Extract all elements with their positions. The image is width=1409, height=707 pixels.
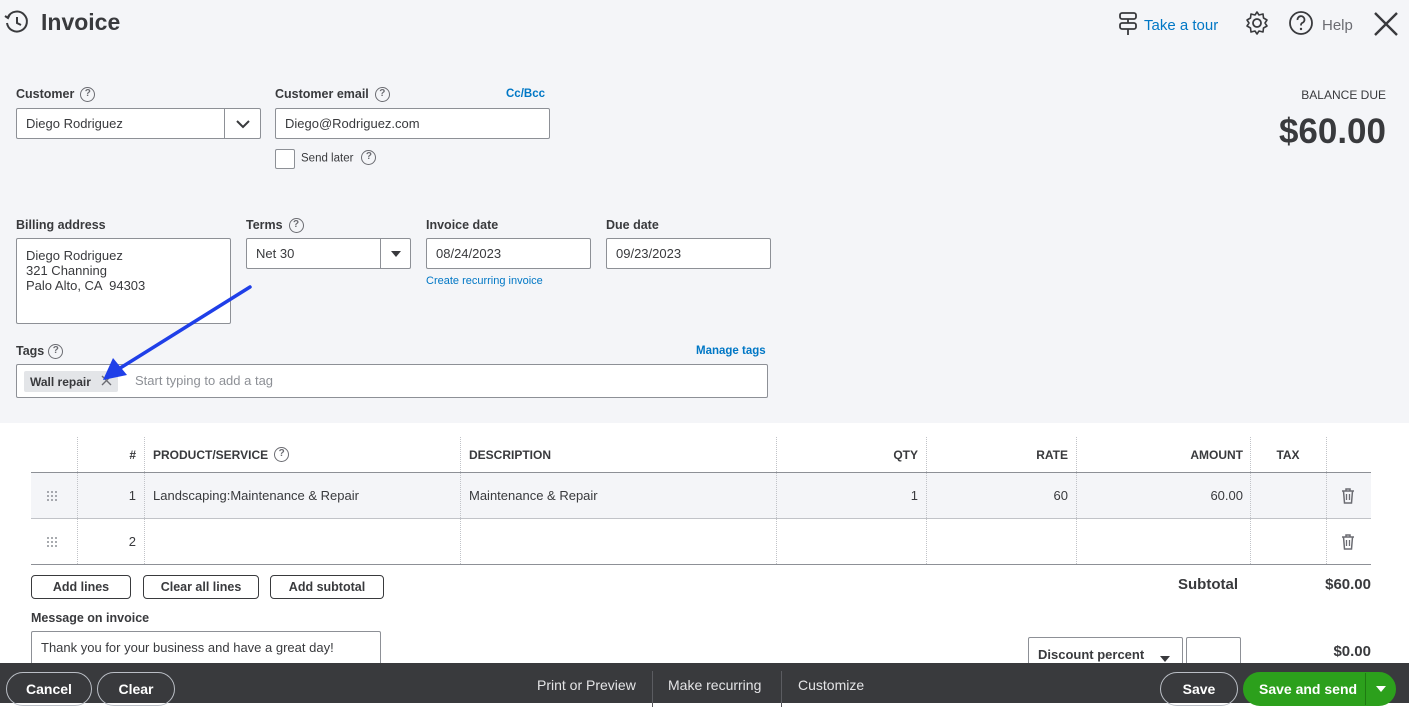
terms-value: Net 30	[256, 246, 295, 261]
row-description[interactable]: Maintenance & Repair	[469, 473, 598, 518]
invoice-date-field[interactable]: 08/24/2023	[426, 238, 591, 269]
terms-label: Terms?	[246, 218, 304, 234]
row-rate[interactable]: 60	[926, 473, 1068, 518]
invoice-date-value: 08/24/2023	[436, 246, 502, 261]
cancel-button[interactable]: Cancel	[6, 672, 92, 706]
send-later-label: Send later?	[301, 150, 377, 165]
row-qty[interactable]: 1	[776, 473, 918, 518]
customer-select[interactable]: Diego Rodriguez	[16, 108, 261, 139]
row-tax[interactable]	[1250, 473, 1326, 518]
col-qty: QTY	[893, 447, 918, 462]
row-amount[interactable]	[1076, 519, 1243, 564]
customer-value: Diego Rodriguez	[26, 116, 123, 131]
subtotal-label: Subtotal	[1178, 576, 1238, 593]
footer-bar: Cancel Clear Print or Preview Make recur…	[0, 663, 1409, 707]
customer-email-value: Diego@Rodriguez.com	[285, 116, 420, 131]
chevron-down-icon[interactable]	[224, 109, 260, 138]
clear-all-lines-button[interactable]: Clear all lines	[143, 575, 259, 599]
save-button[interactable]: Save	[1160, 672, 1238, 706]
message-label: Message on invoice	[31, 611, 150, 625]
send-later-checkbox[interactable]	[275, 149, 295, 169]
tag-chip-label: Wall repair	[30, 374, 91, 389]
gear-icon[interactable]	[1244, 10, 1270, 41]
row-rate[interactable]	[926, 519, 1068, 564]
table-row[interactable]: 1 Landscaping:Maintenance & Repair Maint…	[31, 473, 1371, 519]
customer-email-field[interactable]: Diego@Rodriguez.com	[275, 108, 550, 139]
col-amount: AMOUNT	[1190, 447, 1243, 462]
table-header: # PRODUCT/SERVICE? DESCRIPTION QTY RATE …	[31, 437, 1371, 473]
row-number: 1	[128, 488, 136, 503]
caret-down-icon[interactable]	[380, 239, 410, 268]
clear-button[interactable]: Clear	[97, 672, 175, 706]
add-subtotal-button[interactable]: Add subtotal	[270, 575, 384, 599]
customer-email-label-text: Customer email	[275, 87, 369, 101]
table-row[interactable]: 2	[31, 519, 1371, 565]
due-date-value: 09/23/2023	[616, 246, 682, 261]
email-help-icon[interactable]: ?	[374, 87, 390, 103]
row-tax[interactable]	[1250, 519, 1326, 564]
create-recurring-link[interactable]: Create recurring invoice	[426, 275, 543, 287]
customer-help-icon[interactable]: ?	[80, 87, 96, 103]
discount-amount: $0.00	[1333, 643, 1371, 660]
message-value: Thank you for your business and have a g…	[41, 640, 334, 655]
take-tour-button[interactable]: Take a tour	[1116, 10, 1218, 41]
customer-email-label: Customer email?	[275, 87, 390, 103]
drag-handle-icon[interactable]	[46, 473, 58, 518]
billing-address-label: Billing address	[16, 218, 106, 232]
due-date-label: Due date	[606, 218, 659, 232]
billing-line: 321 Channing	[26, 263, 107, 278]
row-number: 2	[128, 534, 136, 549]
tags-label-text: Tags	[16, 344, 45, 358]
add-lines-button[interactable]: Add lines	[31, 575, 131, 599]
terms-select[interactable]: Net 30	[246, 238, 411, 269]
col-tax: TAX	[1276, 447, 1300, 462]
help-label: Help	[1322, 17, 1353, 34]
row-qty[interactable]	[776, 519, 918, 564]
recent-transactions-icon[interactable]	[4, 9, 30, 40]
drag-handle-icon[interactable]	[46, 519, 58, 564]
row-amount[interactable]: 60.00	[1076, 473, 1243, 518]
col-rate: RATE	[1036, 447, 1068, 462]
take-tour-label: Take a tour	[1144, 17, 1219, 34]
send-later-help-icon[interactable]: ?	[361, 150, 377, 165]
subtotal-value: $60.00	[1325, 576, 1371, 593]
tags-help-icon[interactable]: ?	[48, 344, 64, 360]
balance-due-amount: $60.00	[1278, 112, 1386, 151]
invoice-date-label: Invoice date	[426, 218, 499, 232]
question-circle-icon	[1288, 10, 1314, 41]
close-icon[interactable]	[1373, 11, 1399, 42]
balance-due-label: BALANCE DUE	[1301, 88, 1386, 102]
caret-down-icon[interactable]	[1365, 673, 1395, 705]
col-num: #	[129, 447, 136, 462]
page-title: Invoice	[41, 9, 121, 35]
customer-label-text: Customer	[16, 87, 75, 101]
col-product-label: PRODUCT/SERVICE	[153, 447, 269, 462]
print-preview-link[interactable]: Print or Preview	[537, 677, 636, 693]
terms-label-text: Terms	[246, 218, 283, 232]
billing-line: Diego Rodriguez	[26, 248, 123, 263]
manage-tags-link[interactable]: Manage tags	[696, 345, 766, 357]
annotation-arrow-icon	[103, 285, 252, 380]
col-product: PRODUCT/SERVICE?	[153, 437, 290, 472]
discount-type-value: Discount percent	[1038, 646, 1145, 662]
customer-label: Customer?	[16, 87, 96, 103]
trash-icon[interactable]	[1341, 519, 1355, 564]
tags-label: Tags?	[16, 344, 64, 360]
row-product[interactable]: Landscaping:Maintenance & Repair	[153, 473, 359, 518]
customize-link[interactable]: Customize	[798, 677, 864, 693]
save-and-send-label: Save and send	[1259, 681, 1358, 697]
product-help-icon[interactable]: ?	[274, 447, 290, 462]
due-date-field[interactable]: 09/23/2023	[606, 238, 771, 269]
col-description: DESCRIPTION	[469, 447, 552, 462]
save-and-send-button[interactable]: Save and send	[1243, 672, 1396, 706]
cc-bcc-link[interactable]: Cc/Bcc	[506, 88, 545, 100]
signpost-icon	[1116, 10, 1140, 41]
trash-icon[interactable]	[1341, 473, 1355, 518]
make-recurring-link[interactable]: Make recurring	[668, 677, 761, 693]
send-later-text: Send later	[301, 152, 354, 165]
terms-help-icon[interactable]: ?	[288, 218, 304, 234]
help-button[interactable]: Help	[1288, 10, 1353, 41]
